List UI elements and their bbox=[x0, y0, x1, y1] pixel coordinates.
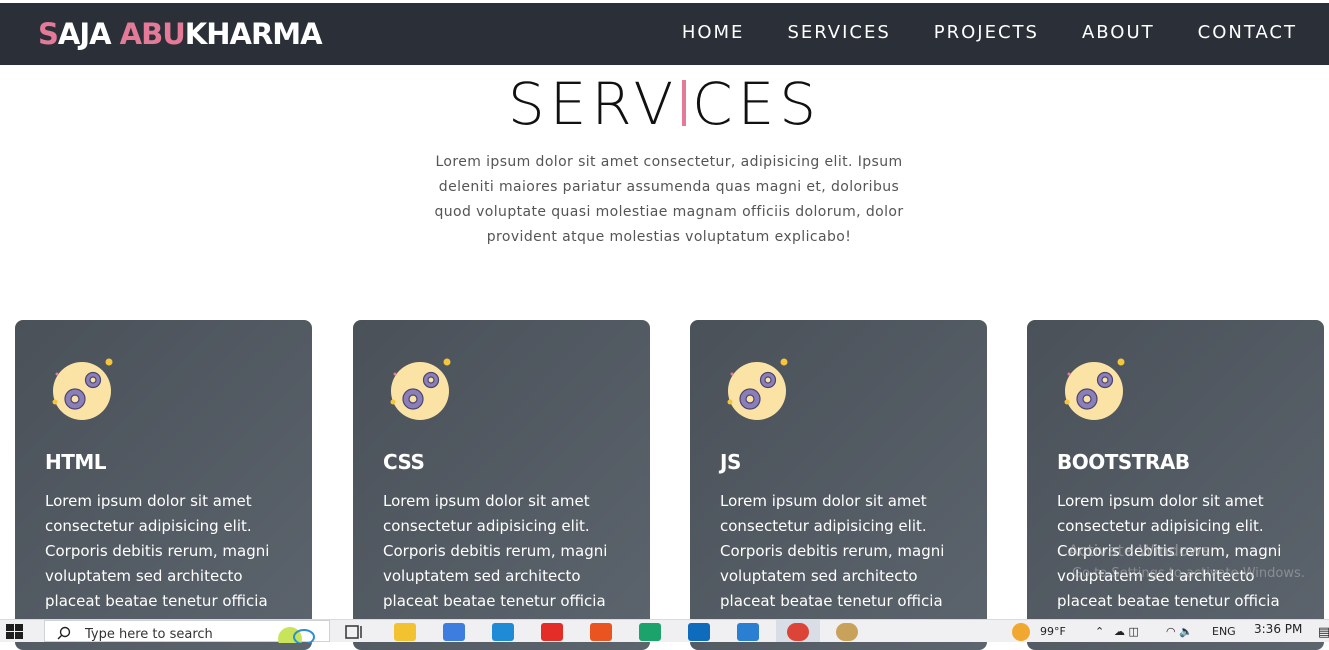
language-indicator[interactable]: ENG bbox=[1212, 625, 1236, 638]
card-title: CSS bbox=[383, 450, 425, 474]
brand-accent-2: ABU bbox=[119, 17, 186, 51]
taskbar-clock[interactable]: 3:36 PM bbox=[1254, 622, 1302, 636]
youtube-icon[interactable] bbox=[541, 623, 563, 641]
brand-text-1: AJA bbox=[57, 17, 120, 51]
vscode-icon[interactable] bbox=[737, 623, 759, 641]
service-card-bootstrap: BOOTSTRAB Lorem ipsum dolor sit amet con… bbox=[1027, 320, 1324, 650]
taskbar: Type here to search 99°F ⌃ ☁ ◫ ◠ 🔈 ENG 3… bbox=[0, 619, 1329, 643]
services-title-start: SERV bbox=[507, 70, 679, 138]
search-icon bbox=[57, 626, 71, 640]
services-title: SERV CES bbox=[0, 70, 1329, 138]
card-text: Lorem ipsum dolor sit amet consectetur a… bbox=[1057, 492, 1282, 610]
nav-services[interactable]: SERVICES bbox=[787, 22, 890, 43]
gears-icon bbox=[727, 358, 788, 420]
card-text: Lorem ipsum dolor sit amet consectetur a… bbox=[720, 492, 945, 610]
search-highlight-icon bbox=[278, 627, 315, 643]
task-view-icon[interactable] bbox=[343, 623, 365, 641]
nav-contact[interactable]: CONTACT bbox=[1198, 22, 1297, 43]
taskbar-search[interactable]: Type here to search bbox=[44, 620, 330, 643]
edge-icon[interactable] bbox=[639, 623, 661, 641]
nav-home[interactable]: HOME bbox=[682, 22, 745, 43]
chrome-icon[interactable] bbox=[787, 623, 809, 641]
tray-chevron-up-icon[interactable]: ⌃ bbox=[1095, 625, 1104, 638]
card-text: Lorem ipsum dolor sit amet consectetur a… bbox=[383, 492, 608, 610]
card-title: BOOTSTRAB bbox=[1057, 450, 1190, 474]
tray-wifi-icon[interactable]: ◠ 🔈 bbox=[1166, 625, 1193, 638]
nav-about[interactable]: ABOUT bbox=[1082, 22, 1155, 43]
ubuntu-icon[interactable] bbox=[590, 623, 612, 641]
mail-icon[interactable] bbox=[492, 623, 514, 641]
services-title-end: CES bbox=[692, 70, 822, 138]
weather-icon[interactable] bbox=[1012, 623, 1030, 641]
store-icon[interactable] bbox=[443, 623, 465, 641]
file-explorer-icon[interactable] bbox=[394, 623, 416, 641]
outlook-icon[interactable] bbox=[688, 623, 710, 641]
service-card-html: HTML Lorem ipsum dolor sit amet consecte… bbox=[15, 320, 312, 650]
tray-network-icon[interactable]: ☁ ◫ bbox=[1114, 625, 1139, 638]
notification-icon[interactable]: ▤ bbox=[1318, 625, 1329, 640]
gears-icon bbox=[52, 358, 113, 420]
brand-accent-1: S bbox=[38, 17, 59, 51]
paint-icon[interactable] bbox=[836, 623, 858, 641]
card-text: Lorem ipsum dolor sit amet consectetur a… bbox=[45, 492, 270, 610]
service-card-js: JS Lorem ipsum dolor sit amet consectetu… bbox=[690, 320, 987, 650]
gears-icon bbox=[1064, 358, 1125, 420]
card-title: HTML bbox=[45, 450, 107, 474]
service-card-css: CSS Lorem ipsum dolor sit amet consectet… bbox=[353, 320, 650, 650]
search-placeholder: Type here to search bbox=[85, 627, 213, 642]
nav-links: HOME SERVICES PROJECTS ABOUT CONTACT bbox=[639, 22, 1297, 43]
weather-temp[interactable]: 99°F bbox=[1040, 625, 1066, 638]
brand-text-2: KHARMA bbox=[184, 17, 323, 51]
brand-logo[interactable]: SAJA ABUKHARMA bbox=[38, 17, 323, 51]
navbar: SAJA ABUKHARMA HOME SERVICES PROJECTS AB… bbox=[0, 3, 1329, 65]
title-accent-bar bbox=[682, 80, 687, 126]
services-intro: Lorem ipsum dolor sit amet consectetur, … bbox=[434, 154, 904, 245]
windows-start-icon[interactable] bbox=[6, 624, 24, 640]
card-title: JS bbox=[720, 450, 741, 474]
gears-icon bbox=[390, 358, 451, 420]
nav-projects[interactable]: PROJECTS bbox=[934, 22, 1039, 43]
